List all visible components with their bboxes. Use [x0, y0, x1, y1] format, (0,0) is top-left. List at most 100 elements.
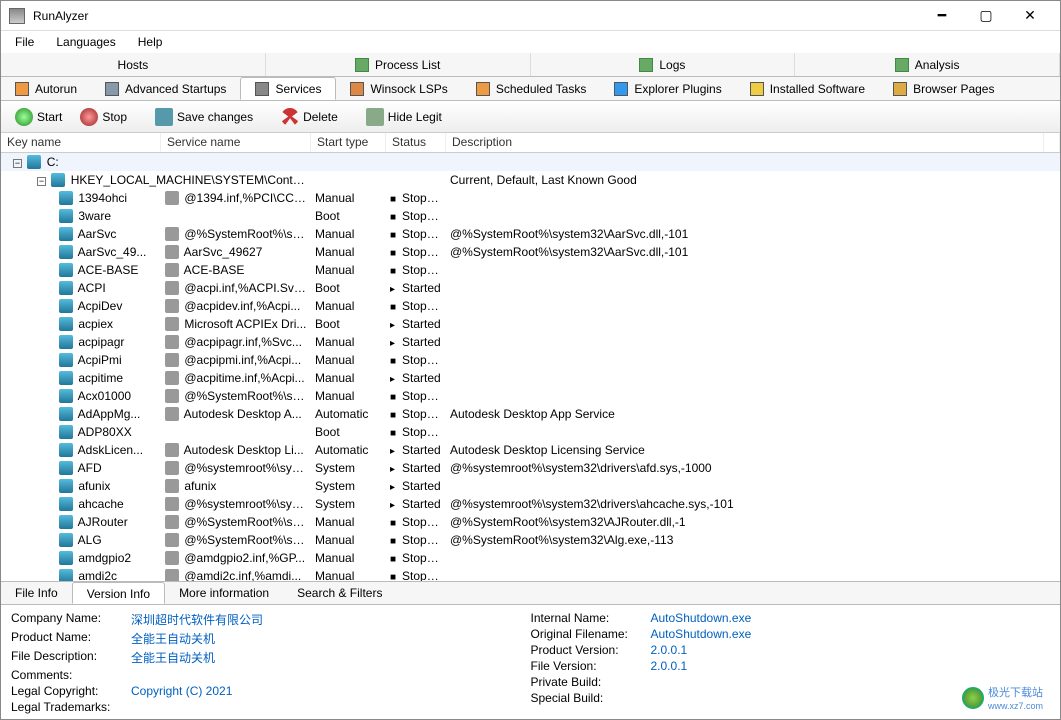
detail-label: Legal Trademarks:: [11, 700, 131, 714]
gear-icon: [165, 281, 179, 295]
main-tabs: Hosts Process List Logs Analysis: [1, 53, 1060, 77]
service-icon: [59, 461, 73, 475]
tab-logs[interactable]: Logs: [531, 53, 796, 76]
detail-label: File Description:: [11, 649, 131, 666]
tree-root[interactable]: − C:: [1, 153, 1060, 171]
detail-label: Original Filename:: [531, 627, 651, 641]
col-service[interactable]: Service name: [161, 133, 311, 152]
window-title: RunAlyzer: [33, 9, 920, 23]
drive-icon: [27, 155, 41, 169]
service-row[interactable]: AdAppMg... Autodesk Desktop A...Automati…: [1, 405, 1060, 423]
col-desc[interactable]: Description: [446, 133, 1044, 152]
service-row[interactable]: ACE-BASE ACE-BASEManual■Stopped: [1, 261, 1060, 279]
service-row[interactable]: acpitime @acpitime.inf,%Acpi...Manual▸St…: [1, 369, 1060, 387]
detail-label: Product Name:: [11, 630, 131, 647]
tab-search[interactable]: Search & Filters: [283, 582, 396, 604]
stop-button[interactable]: Stop: [72, 105, 135, 129]
service-row[interactable]: AcpiPmi @acpipmi.inf,%Acpi...Manual■Stop…: [1, 351, 1060, 369]
col-keyname[interactable]: Key name: [1, 133, 161, 152]
service-row[interactable]: 1394ohci @1394.inf,%PCI\CC_...Manual■Sto…: [1, 189, 1060, 207]
service-row[interactable]: acpipagr @acpipagr.inf,%Svc...Manual▸Sta…: [1, 333, 1060, 351]
service-row[interactable]: ACPI @acpi.inf,%ACPI.Svc...Boot▸Started: [1, 279, 1060, 297]
gear-icon: [165, 443, 179, 457]
service-row[interactable]: AarSvc @%SystemRoot%\sy...Manual■Stopp..…: [1, 225, 1060, 243]
toolbar: Start Stop Save changes Delete Hide Legi…: [1, 101, 1060, 133]
gear-icon: [165, 461, 179, 475]
detail-label: Internal Name:: [531, 611, 651, 625]
minimize-button[interactable]: ━: [920, 2, 964, 30]
service-icon: [59, 227, 73, 241]
watermark: 极光下载站www.xz7.com: [962, 684, 1043, 712]
collapse-icon[interactable]: −: [37, 177, 46, 186]
service-row[interactable]: amdi2c @amdi2c.inf,%amdi...Manual■Stoppe…: [1, 567, 1060, 581]
service-row[interactable]: ADP80XXBoot■Stopped: [1, 423, 1060, 441]
tab-more-info[interactable]: More information: [165, 582, 283, 604]
service-icon: [59, 353, 73, 367]
tab-process-list[interactable]: Process List: [266, 53, 531, 76]
service-row[interactable]: afunix afunixSystem▸Started: [1, 477, 1060, 495]
delete-button[interactable]: Delete: [273, 105, 346, 129]
tab-autorun[interactable]: Autorun: [1, 77, 91, 100]
service-row[interactable]: AFD @%systemroot%\sys...System▸Started@%…: [1, 459, 1060, 477]
menu-help[interactable]: Help: [128, 33, 173, 51]
process-icon: [355, 58, 369, 72]
grid-body[interactable]: − C: − HKEY_LOCAL_MACHINE\SYSTEM\Control…: [1, 153, 1060, 581]
tab-installed-software[interactable]: Installed Software: [736, 77, 879, 100]
tab-explorer-plugins[interactable]: Explorer Plugins: [600, 77, 735, 100]
col-status[interactable]: Status: [386, 133, 446, 152]
tab-winsock[interactable]: Winsock LSPs: [336, 77, 461, 100]
service-icon: [59, 281, 73, 295]
service-icon: [59, 191, 73, 205]
gear-icon: [165, 569, 179, 581]
maximize-button[interactable]: ▢: [964, 2, 1008, 30]
service-row[interactable]: AarSvc_49... AarSvc_49627Manual■Stopp...…: [1, 243, 1060, 261]
tab-advanced-startups[interactable]: Advanced Startups: [91, 77, 240, 100]
tab-file-info[interactable]: File Info: [1, 582, 72, 604]
service-row[interactable]: amdgpio2 @amdgpio2.inf,%GP...Manual■Stop…: [1, 549, 1060, 567]
detail-value: AutoShutdown.exe: [651, 627, 1051, 641]
service-row[interactable]: ALG @%SystemRoot%\sy...Manual■Stopp...@%…: [1, 531, 1060, 549]
service-icon: [59, 407, 73, 421]
save-icon: [155, 108, 173, 126]
tab-scheduled-tasks[interactable]: Scheduled Tasks: [462, 77, 601, 100]
detail-label: File Version:: [531, 659, 651, 673]
service-row[interactable]: ahcache @%systemroot%\sys...System▸Start…: [1, 495, 1060, 513]
tab-analysis[interactable]: Analysis: [795, 53, 1060, 76]
detail-value: 全能王自动关机: [131, 649, 531, 666]
gear-icon: [165, 227, 179, 241]
service-row[interactable]: AcpiDev @acpidev.inf,%Acpi...Manual■Stop…: [1, 297, 1060, 315]
service-icon: [59, 425, 73, 439]
service-row[interactable]: acpiex Microsoft ACPIEx Dri...Boot▸Start…: [1, 315, 1060, 333]
tab-browser-pages[interactable]: Browser Pages: [879, 77, 1008, 100]
service-row[interactable]: AJRouter @%SystemRoot%\sy...Manual■Stopp…: [1, 513, 1060, 531]
gear-icon: [165, 245, 179, 259]
tab-hosts[interactable]: Hosts: [1, 53, 266, 76]
tab-version-info[interactable]: Version Info: [72, 582, 165, 604]
delete-icon: [281, 108, 299, 126]
detail-label: Special Build:: [531, 691, 651, 705]
detail-value: 全能王自动关机: [131, 630, 531, 647]
service-icon: [59, 569, 73, 581]
service-row[interactable]: Acx01000 @%SystemRoot%\sy...Manual■Stopp…: [1, 387, 1060, 405]
start-button[interactable]: Start: [7, 105, 70, 129]
service-row[interactable]: AdskLicen... Autodesk Desktop Li...Autom…: [1, 441, 1060, 459]
detail-label: Legal Copyright:: [11, 684, 131, 698]
tree-regkey[interactable]: − HKEY_LOCAL_MACHINE\SYSTEM\ControlSet00…: [1, 171, 1060, 189]
hide-legit-button[interactable]: Hide Legit: [358, 105, 450, 129]
service-row[interactable]: 3wareBoot■Stopped: [1, 207, 1060, 225]
save-button[interactable]: Save changes: [147, 105, 261, 129]
menu-languages[interactable]: Languages: [46, 33, 125, 51]
close-button[interactable]: ✕: [1008, 2, 1052, 30]
tab-services[interactable]: Services: [240, 77, 336, 100]
menubar: File Languages Help: [1, 31, 1060, 53]
col-starttype[interactable]: Start type: [311, 133, 386, 152]
gear-icon: [165, 479, 179, 493]
detail-label: Private Build:: [531, 675, 651, 689]
detail-value: [131, 668, 531, 682]
service-icon: [59, 317, 73, 331]
gear-icon: [165, 407, 179, 421]
collapse-icon[interactable]: −: [13, 159, 22, 168]
gear-icon: [165, 533, 179, 547]
detail-tabs: File Info Version Info More information …: [1, 581, 1060, 605]
menu-file[interactable]: File: [5, 33, 44, 51]
